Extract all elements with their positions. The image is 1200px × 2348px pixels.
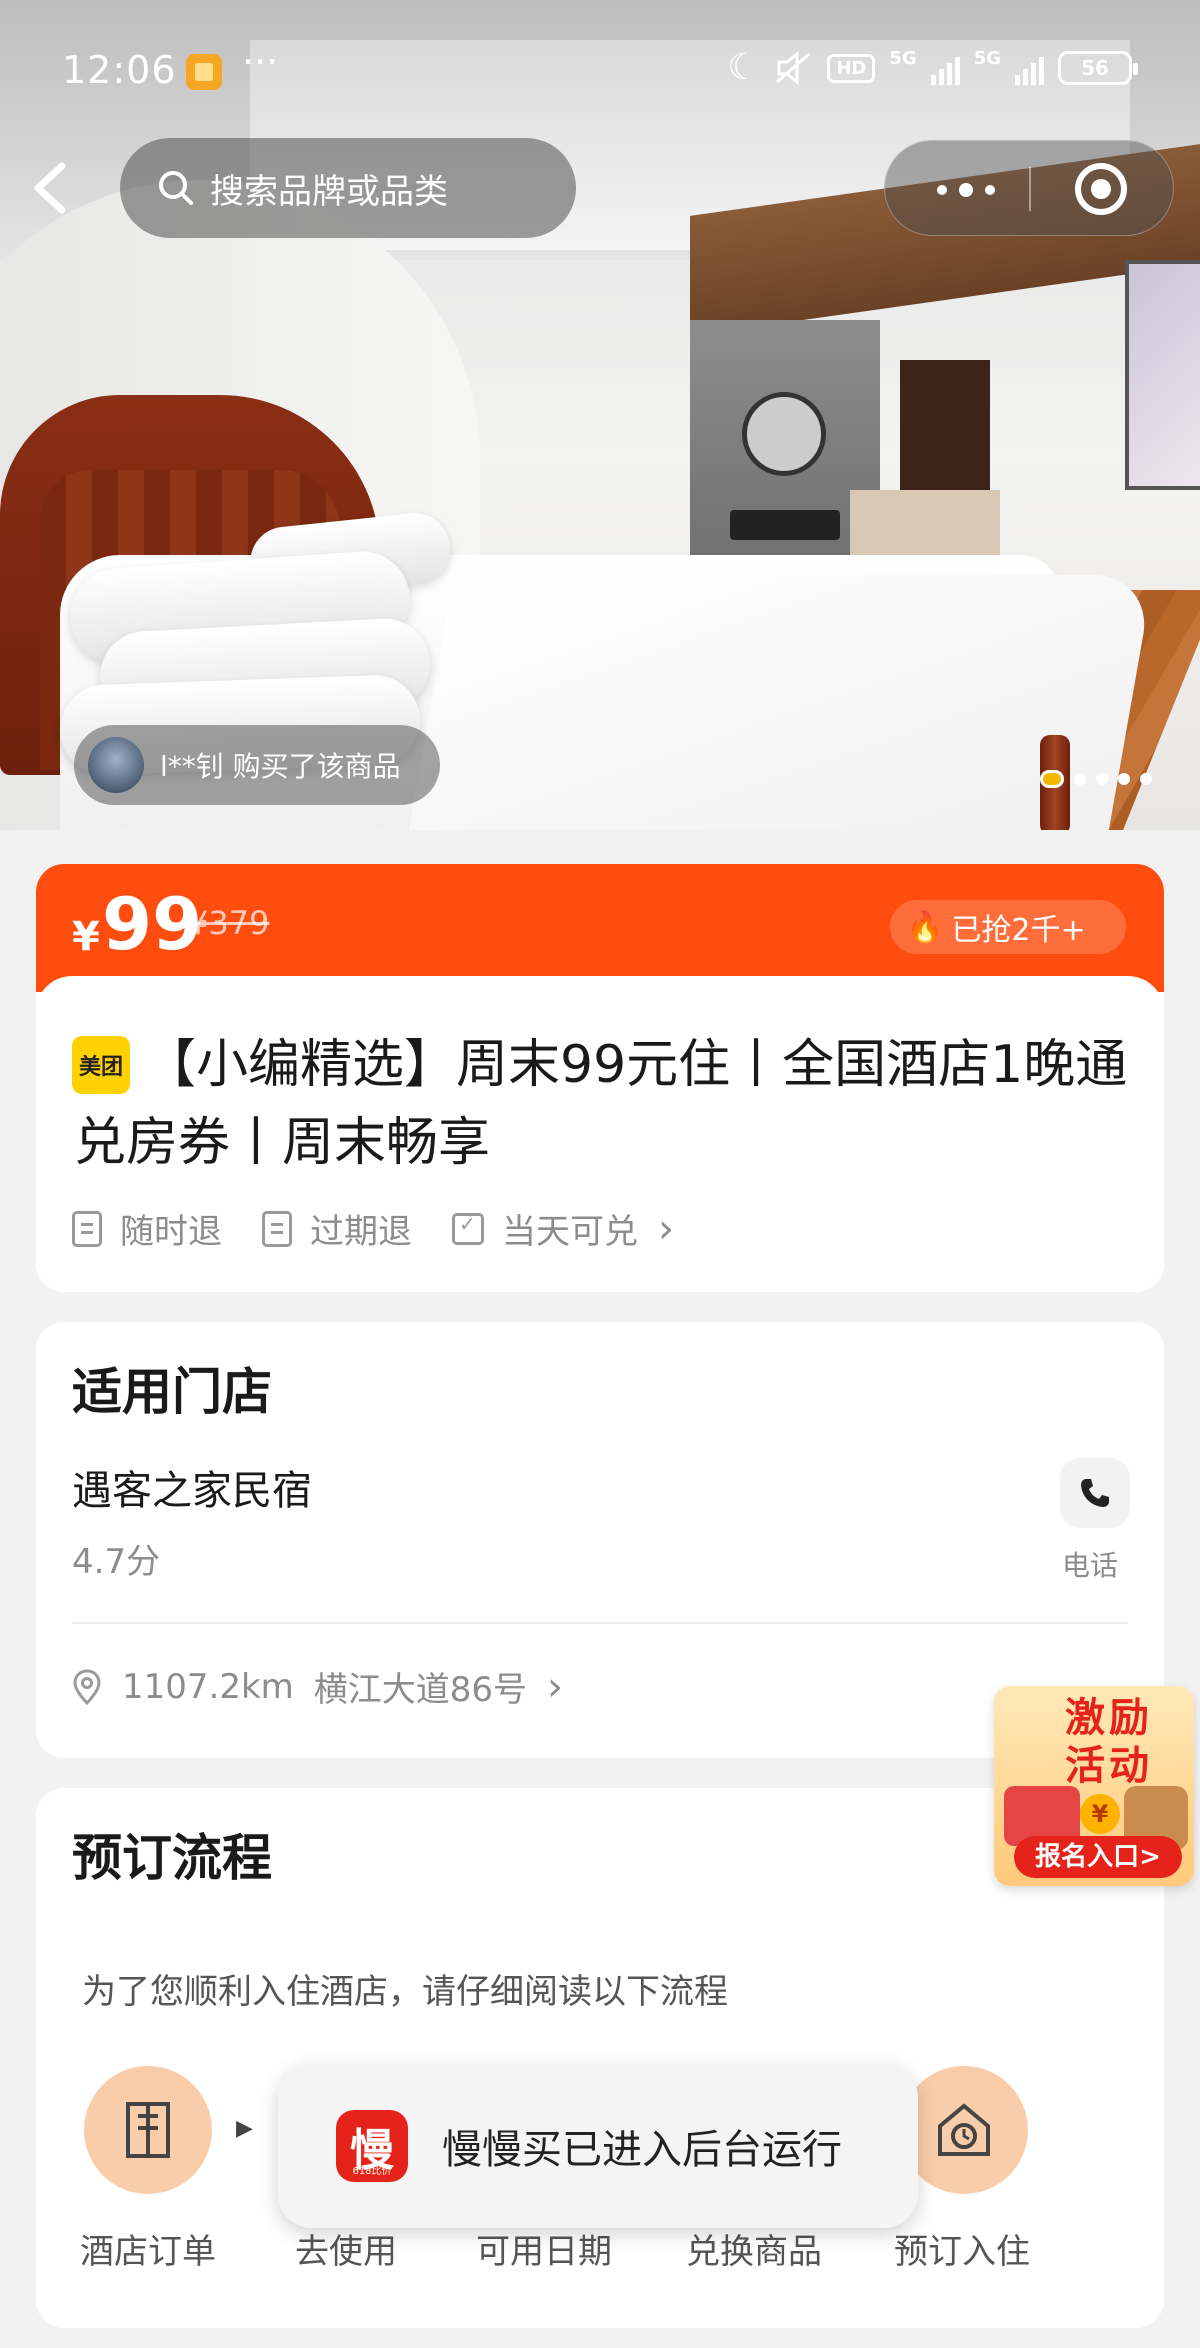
manmanmai-app-icon: 慢 618比价 <box>336 2110 408 2182</box>
policy-label: 当天可兑 <box>502 1212 638 1252</box>
address: 横江大道86号 <box>313 1670 528 1710</box>
currency-symbol: ¥ <box>72 914 100 960</box>
coin-icon: ¥ <box>1080 1794 1120 1834</box>
step-label-use: 去使用 <box>295 2232 397 2272</box>
promo-title: 激励活动 <box>1065 1695 1153 1789</box>
back-button[interactable] <box>28 158 76 218</box>
house-clock-glyph <box>938 2103 990 2156</box>
search-placeholder: 搜索品牌或品类 <box>210 171 448 212</box>
hero-mirror <box>742 392 826 476</box>
sold-count: 已抢2千+ <box>951 913 1086 948</box>
call-button[interactable] <box>1060 1458 1130 1528</box>
hd-icon: HD <box>827 53 876 83</box>
hero-doorway <box>900 360 990 500</box>
recent-buyer-pill: l**钊 购买了该商品 <box>74 725 440 805</box>
applicable-store-card: 适用门店 遇客之家民宿 4.7分 电话 1107.2km 横江大道86号 › <box>36 1322 1164 1758</box>
document-icon <box>262 1210 292 1247</box>
chevron-left-icon <box>34 162 66 214</box>
product-title: 【小编精选】周末99元住丨全国酒店1晚通兑房券丨周末畅享 <box>74 1035 1128 1173</box>
document-icon <box>72 1210 102 1247</box>
status-time: 12:06 <box>62 48 177 92</box>
carousel-dot <box>1140 773 1152 785</box>
mute-icon <box>776 50 811 86</box>
app-icon-subtitle: 618比价 <box>352 2166 392 2177</box>
step-label-redeem: 兑换商品 <box>686 2232 822 2272</box>
moon-icon: ☾ <box>727 47 760 88</box>
background-running-toast: 慢 618比价 慢慢买已进入后台运行 <box>278 2064 918 2228</box>
carousel-dot <box>1074 773 1086 785</box>
signal-icon <box>930 51 960 85</box>
carousel-dot-active <box>1040 770 1064 788</box>
dot-icon <box>985 185 995 195</box>
store-rating: 4.7分 <box>72 1542 161 1582</box>
step-arrow-icon: ▶ <box>236 2116 253 2141</box>
hero-projector-screen <box>1125 260 1200 490</box>
chevron-right-icon: › <box>658 1205 674 1252</box>
section-title: 适用门店 <box>72 1363 272 1421</box>
search-input[interactable]: 搜索品牌或品类 <box>120 138 576 238</box>
promo-signup-button[interactable]: 报名入口> <box>1014 1836 1182 1878</box>
address-row[interactable]: 1107.2km 横江大道86号 › <box>72 1662 563 1711</box>
hero-sink <box>730 510 840 540</box>
phone-icon <box>1081 1479 1109 1507</box>
notification-app-icon <box>186 54 222 90</box>
sold-count-badge: 🔥 已抢2千+ <box>890 900 1126 954</box>
price-bar: ¥ 99 ¥379 🔥 已抢2千+ <box>36 864 1164 1016</box>
policy-label: 过期退 <box>310 1212 412 1252</box>
step-label-hotel-order: 酒店订单 <box>80 2232 216 2272</box>
calendar-check-icon <box>452 1212 484 1245</box>
5g-label: 5G <box>889 48 917 69</box>
signal-icon <box>1015 51 1044 85</box>
product-info-card: ¥ 99 ¥379 🔥 已抢2千+ 美团 【小编精选】周末99元住丨全国酒店1晚… <box>36 864 1164 1292</box>
close-miniprogram-button[interactable] <box>1075 163 1127 215</box>
toast-message: 慢慢买已进入后台运行 <box>442 2127 842 2173</box>
section-title: 预订流程 <box>72 1829 272 1887</box>
step-label-available-date: 可用日期 <box>476 2232 612 2272</box>
policy-refund-expired: 过期退 <box>262 1204 412 1253</box>
divider <box>72 1622 1128 1624</box>
booking-note: 为了您顺利入住酒店，请仔细阅读以下流程 <box>82 1972 728 2012</box>
building-glyph <box>126 2102 170 2158</box>
flame-icon: 🔥 <box>906 909 944 945</box>
battery-icon: 56 <box>1058 51 1138 85</box>
policy-label: 随时退 <box>120 1212 222 1252</box>
status-right-icons: ☾ HD 5G 5G 56 <box>727 47 1138 88</box>
house-clock-icon <box>900 2066 1028 2194</box>
status-more-indicator: ··· <box>242 40 279 84</box>
search-icon <box>159 171 193 205</box>
policy-refund-anytime: 随时退 <box>72 1204 222 1253</box>
incentive-activity-floating-button[interactable]: 激励活动 ¥ 报名入口> <box>994 1686 1194 1886</box>
miniprogram-capsule <box>884 140 1174 236</box>
phone-label: 电话 <box>1062 1549 1119 1582</box>
step-label-book-checkin: 预订入住 <box>894 2232 1030 2272</box>
policy-same-day: 当天可兑 <box>452 1204 638 1253</box>
dot-icon <box>937 185 947 195</box>
original-price: ¥379 <box>188 904 270 942</box>
status-bar: 12:06 ··· ☾ HD 5G 5G 56 <box>0 0 1200 130</box>
policy-row[interactable]: 随时退 过期退 当天可兑 › <box>72 1204 674 1253</box>
location-pin-icon <box>73 1668 101 1705</box>
carousel-dot <box>1118 773 1130 785</box>
capsule-divider <box>1029 167 1031 211</box>
store-name[interactable]: 遇客之家民宿 <box>72 1458 312 1516</box>
5g-label: 5G <box>973 48 1001 69</box>
avatar <box>88 737 144 793</box>
carousel-dot <box>1096 773 1108 785</box>
buyer-text: l**钊 购买了该商品 <box>160 750 401 783</box>
chevron-right-icon: › <box>547 1663 564 1710</box>
dot-icon <box>959 183 973 197</box>
more-options-button[interactable] <box>921 173 1011 207</box>
carousel-indicator[interactable] <box>1040 770 1152 788</box>
distance: 1107.2km <box>122 1666 294 1707</box>
building-icon <box>84 2066 212 2194</box>
